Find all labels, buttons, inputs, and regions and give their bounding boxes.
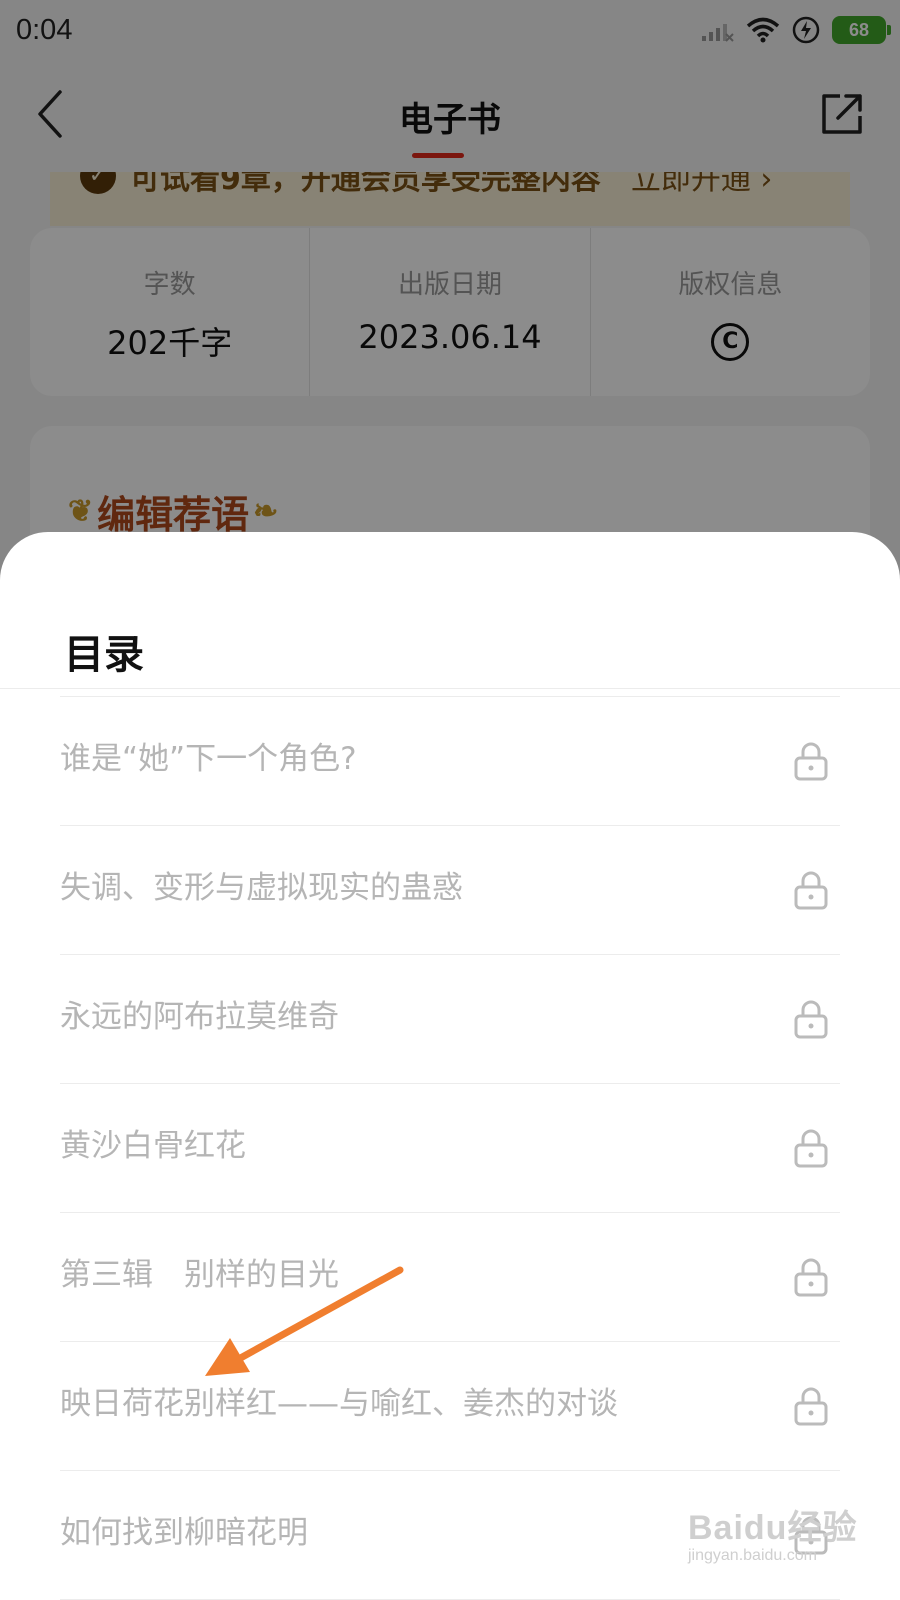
toc-item[interactable]: 失调、变形与虚拟现实的蛊惑 bbox=[60, 826, 840, 955]
toc-item-label: 黄沙白骨红花 bbox=[60, 1128, 246, 1164]
watermark-main: Baidu经验 bbox=[688, 1509, 858, 1547]
toc-title: 目录 bbox=[64, 632, 144, 678]
lock-icon bbox=[794, 742, 828, 781]
toc-item-label: 永远的阿布拉莫维奇 bbox=[60, 999, 339, 1035]
toc-item-label: 如何找到柳暗花明 bbox=[60, 1515, 308, 1551]
toc-sheet: 目录 谁是“她”下一个角色? 失调、变形与虚拟现实的蛊惑 永远的阿布拉莫维奇 黄… bbox=[0, 532, 900, 1600]
lock-icon bbox=[794, 1000, 828, 1039]
lock-icon bbox=[794, 1258, 828, 1297]
toc-item[interactable]: 永远的阿布拉莫维奇 bbox=[60, 955, 840, 1084]
toc-header-divider bbox=[0, 688, 900, 689]
toc-item-label: 失调、变形与虚拟现实的蛊惑 bbox=[60, 870, 463, 906]
toc-item[interactable]: 映日荷花别样红——与喻红、姜杰的对谈 bbox=[60, 1342, 840, 1471]
baidu-watermark: Baidu经验 jingyan.baidu.com bbox=[688, 1500, 857, 1565]
toc-item[interactable]: 黄沙白骨红花 bbox=[60, 1084, 840, 1213]
lock-icon bbox=[794, 1129, 828, 1168]
toc-item-label: 映日荷花别样红——与喻红、姜杰的对谈 bbox=[60, 1386, 618, 1422]
toc-item[interactable]: 第三辑 别样的目光 bbox=[60, 1213, 840, 1342]
toc-item[interactable]: 谁是“她”下一个角色? bbox=[60, 697, 840, 826]
lock-icon bbox=[794, 871, 828, 910]
toc-list: 谁是“她”下一个角色? 失调、变形与虚拟现实的蛊惑 永远的阿布拉莫维奇 黄沙白骨… bbox=[60, 696, 840, 1600]
toc-item-label: 第三辑 别样的目光 bbox=[60, 1257, 339, 1293]
toc-item-label: 谁是“她”下一个角色? bbox=[60, 741, 357, 777]
lock-icon bbox=[794, 1387, 828, 1426]
watermark-sub: jingyan.baidu.com bbox=[688, 1547, 817, 1564]
